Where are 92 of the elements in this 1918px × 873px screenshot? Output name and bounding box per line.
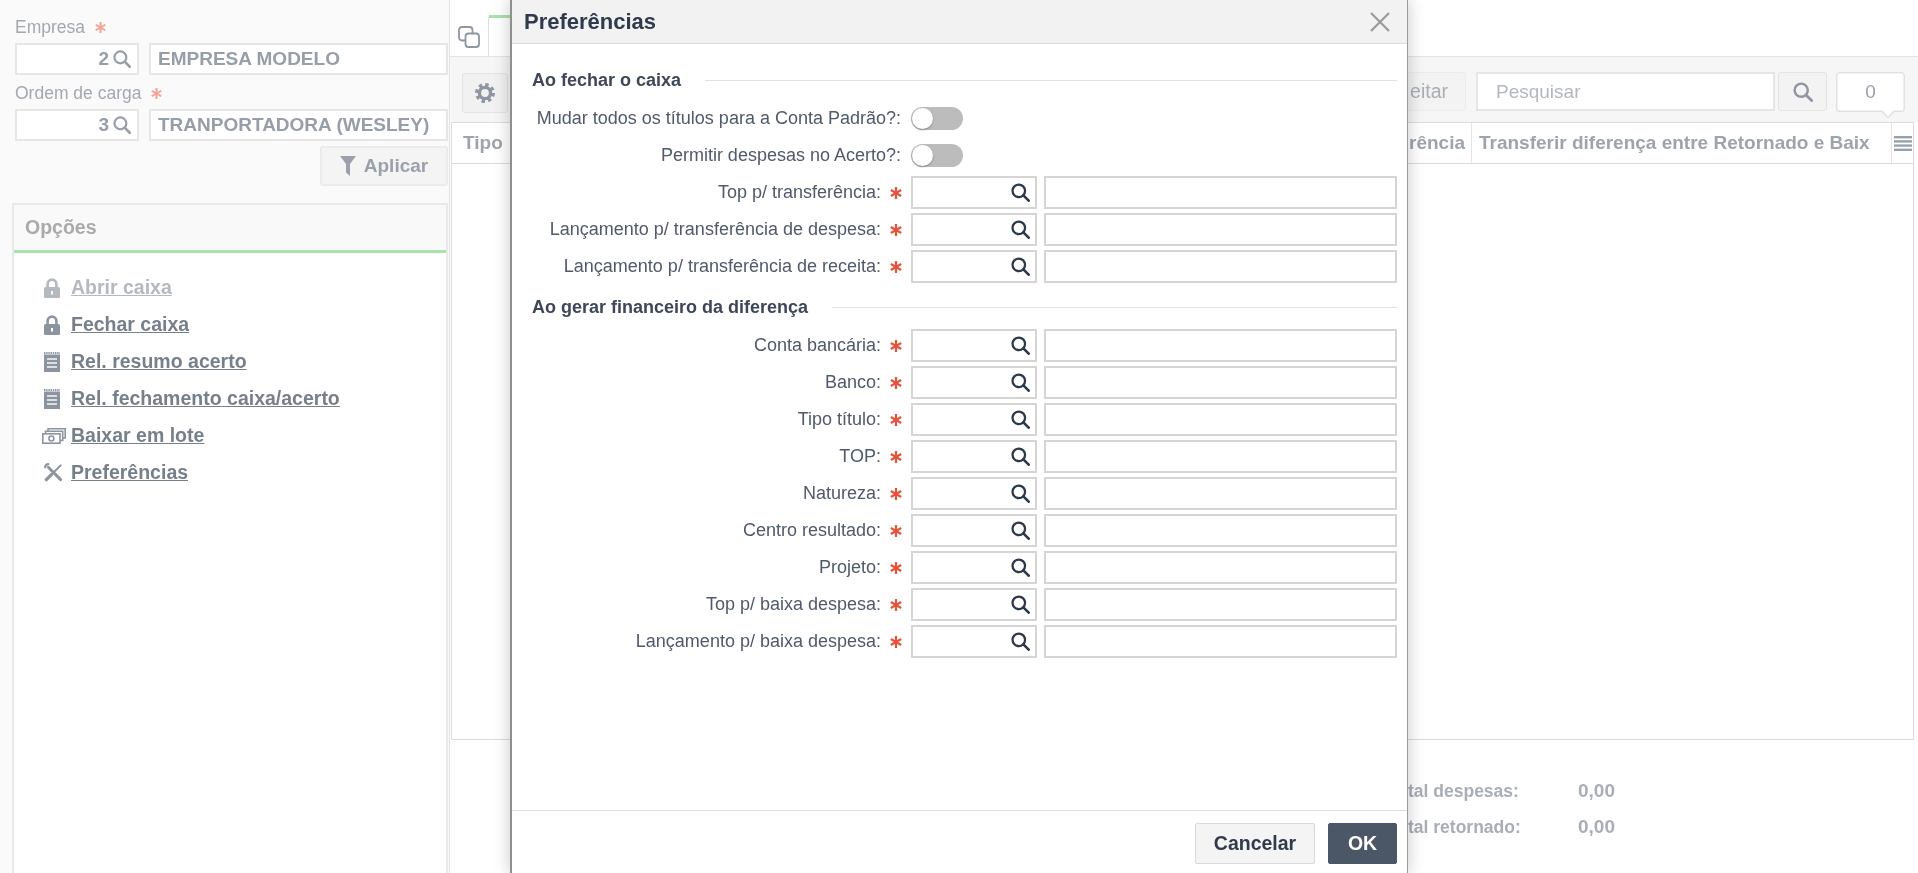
code-field[interactable]: 3	[15, 109, 139, 141]
banknotes-icon	[42, 427, 66, 444]
search-field[interactable]: Pesquisar	[1476, 72, 1775, 111]
record-count: 0	[1836, 72, 1905, 119]
field-label: Natureza:	[802, 483, 881, 504]
panel-title: Opções	[25, 216, 97, 239]
option-link[interactable]: Fechar caixa	[71, 313, 190, 336]
gear-icon	[475, 83, 495, 103]
code-field[interactable]	[911, 213, 1037, 246]
text-field[interactable]	[1044, 213, 1397, 246]
search-icon[interactable]	[1011, 521, 1030, 540]
text-field[interactable]	[1044, 625, 1397, 658]
code-field[interactable]	[911, 551, 1037, 584]
code-field[interactable]	[911, 477, 1037, 510]
search-icon[interactable]	[1011, 373, 1030, 392]
search-icon[interactable]	[1011, 220, 1030, 239]
field-label: Lançamento p/ transferência de despesa:	[549, 219, 881, 240]
text-field[interactable]	[1044, 477, 1397, 510]
search-icon[interactable]	[1011, 632, 1030, 651]
text-field[interactable]	[1044, 514, 1397, 547]
column-header[interactable]: Transferir diferença entre Retornado e Baix	[1472, 123, 1892, 163]
field-label: Permitir despesas no Acerto?:	[660, 145, 901, 166]
filter-icon	[339, 156, 356, 176]
search-icon[interactable]	[1011, 595, 1030, 614]
toolbar-button[interactable]: eitar	[1408, 72, 1466, 111]
code-field[interactable]	[911, 250, 1037, 283]
total-value: 0,00	[1578, 816, 1615, 838]
dialog-title: Preferências	[524, 8, 657, 35]
document-icon	[44, 351, 60, 372]
search-icon[interactable]	[1011, 336, 1030, 355]
total-value: 0,00	[1578, 780, 1615, 802]
toggle-switch[interactable]	[911, 144, 963, 167]
field-label: Projeto:	[818, 557, 881, 578]
text-field[interactable]	[1044, 329, 1397, 362]
text-field[interactable]	[1044, 588, 1397, 621]
option-link[interactable]: Preferências	[71, 461, 189, 484]
code-field[interactable]	[911, 176, 1037, 209]
field-label: Lançamento p/ transferência de receita:	[563, 256, 881, 277]
code-field[interactable]	[911, 440, 1037, 473]
search-icon[interactable]	[1011, 257, 1030, 276]
field-label: Conta bancária:	[753, 335, 881, 356]
settings-button[interactable]	[462, 73, 508, 113]
lock-icon	[44, 277, 60, 298]
text-field[interactable]	[1044, 403, 1397, 436]
option-link[interactable]: Baixar em lote	[71, 424, 205, 447]
field-label: Banco:	[824, 372, 881, 393]
section-title: Ao fechar o caixa	[532, 69, 682, 91]
menu-icon[interactable]	[1893, 135, 1912, 151]
field-label: TOP:	[839, 446, 881, 467]
search-icon	[1792, 81, 1813, 102]
field-label: Empresa	[15, 17, 86, 37]
apply-button[interactable]: Aplicar	[320, 146, 448, 186]
code-field[interactable]	[911, 403, 1037, 436]
field-label: Mudar todos os títulos para a Conta Padrão?:	[536, 108, 901, 129]
search-icon[interactable]	[1011, 410, 1030, 429]
total-label: tal despesas:	[1408, 780, 1519, 802]
code-field[interactable]	[911, 514, 1037, 547]
field-label: Tipo título:	[797, 409, 881, 430]
field-label: Top p/ baixa despesa:	[705, 594, 881, 615]
search-icon[interactable]	[1011, 447, 1030, 466]
field-label: Ordem de carga	[15, 83, 142, 103]
text-field[interactable]	[1044, 250, 1397, 283]
lock-icon	[44, 314, 60, 335]
option-link[interactable]: Rel. resumo acerto	[71, 350, 247, 373]
search-icon[interactable]	[1011, 484, 1030, 503]
text-field[interactable]	[1044, 440, 1397, 473]
tools-icon	[44, 463, 63, 482]
total-label: tal retornado:	[1408, 816, 1521, 838]
text-field[interactable]: EMPRESA MODELO	[149, 43, 448, 75]
cancel-button[interactable]: Cancelar	[1195, 823, 1315, 864]
code-field[interactable]	[911, 625, 1037, 658]
code-field[interactable]	[911, 366, 1037, 399]
text-field[interactable]	[1044, 366, 1397, 399]
toggle-switch[interactable]	[911, 107, 963, 130]
search-icon[interactable]	[1011, 183, 1030, 202]
code-field[interactable]: 2	[15, 43, 139, 75]
copy-icon	[458, 26, 480, 48]
code-field[interactable]	[911, 329, 1037, 362]
search-button[interactable]	[1778, 72, 1827, 111]
field-label: Top p/ transferência:	[717, 182, 881, 203]
search-icon[interactable]	[1011, 558, 1030, 577]
field-label: Centro resultado:	[742, 520, 881, 541]
field-label: Lançamento p/ baixa despesa:	[635, 631, 881, 652]
text-field[interactable]	[1044, 551, 1397, 584]
option-link[interactable]: Rel. fechamento caixa/acerto	[71, 387, 340, 410]
ok-button[interactable]: OK	[1328, 823, 1397, 864]
text-field[interactable]: TRANPORTADORA (WESLEY)	[149, 109, 448, 141]
column-header[interactable]: Tipo	[452, 123, 510, 163]
document-icon	[44, 388, 60, 409]
code-field[interactable]	[911, 588, 1037, 621]
section-title: Ao gerar financeiro da diferença	[532, 296, 809, 318]
text-field[interactable]	[1044, 176, 1397, 209]
